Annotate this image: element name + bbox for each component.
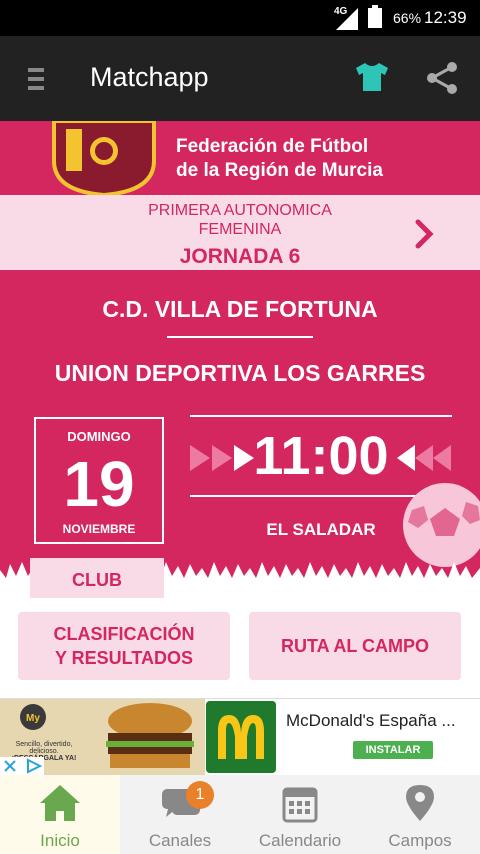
app-title: Matchapp [90,62,209,92]
route-to-field-button[interactable]: RUTA AL CAMPO [249,612,461,680]
unread-badge: 1 [186,781,214,809]
arrows-left-decoration [397,445,451,471]
ad-image-logo: My [26,713,40,724]
chat-icon [162,789,200,817]
bottom-navigation: Inicio 1 Canales Calendario Campos [0,775,480,854]
location-pin-icon [406,785,434,821]
federation-name: Federación de Fútbol de la Región de Mur… [176,136,383,181]
home-icon [40,785,80,821]
match-day: 19 [63,448,135,520]
adchoices-icon[interactable] [0,757,44,775]
matchday-label: JORNADA 6 [179,245,301,268]
share-icon[interactable] [424,60,460,96]
nav-item-canales[interactable]: 1 Canales [120,775,240,854]
app-bar: Matchapp [0,36,480,121]
jersey-icon[interactable] [354,62,390,92]
soccer-ball-decoration [403,483,480,567]
status-bar: 4G 66% 12:39 [0,0,480,36]
match-card: C.D. VILLA DE FORTUNA UNION DEPORTIVA LO… [0,270,480,588]
nav-label-canales: Canales [148,831,212,850]
battery-percent: 66% [393,10,422,26]
ad-advertiser: McDonald's España ... [286,711,456,730]
league-selector[interactable]: PRIMERA AUTONOMICA FEMENINA JORNADA 6 [0,195,480,270]
ad-banner[interactable]: My Sencillo, divertido, delicioso. ¡DESC… [0,698,480,776]
action-buttons: CLASIFICACIÓN Y RESULTADOS RUTA AL CAMPO [0,598,480,698]
nav-item-campos[interactable]: Campos [360,775,480,854]
chevron-right-icon[interactable] [414,218,436,250]
team-divider [167,336,313,338]
federation-header: Federación de Fútbol de la Región de Mur… [0,121,480,195]
nav-label-calendario: Calendario [258,831,342,850]
network-type: 4G [334,6,348,17]
federation-crest-logo [52,121,156,195]
home-team: C.D. VILLA DE FORTUNA [102,296,378,322]
nav-item-inicio[interactable]: Inicio [0,775,120,854]
menu-icon[interactable] [28,68,46,90]
away-team: UNION DEPORTIVA LOS GARRES [54,360,426,386]
battery-icon [368,5,382,28]
nav-label-inicio: Inicio [40,831,80,850]
club-tab[interactable]: CLUB [30,558,164,598]
mcdonalds-logo[interactable] [206,701,276,773]
standings-results-button[interactable]: CLASIFICACIÓN Y RESULTADOS [18,612,230,680]
nav-item-calendario[interactable]: Calendario [240,775,360,854]
match-date: DOMINGO 19 NOVIEMBRE [34,417,164,544]
match-weekday: DOMINGO [67,429,131,444]
install-button[interactable]: INSTALAR [353,741,433,759]
match-month: NOVIEMBRE [62,522,136,536]
competition-name: PRIMERA AUTONOMICA FEMENINA [148,202,332,238]
calendar-icon [282,787,318,823]
nav-label-campos: Campos [388,831,452,850]
clock: 12:39 [424,8,467,27]
